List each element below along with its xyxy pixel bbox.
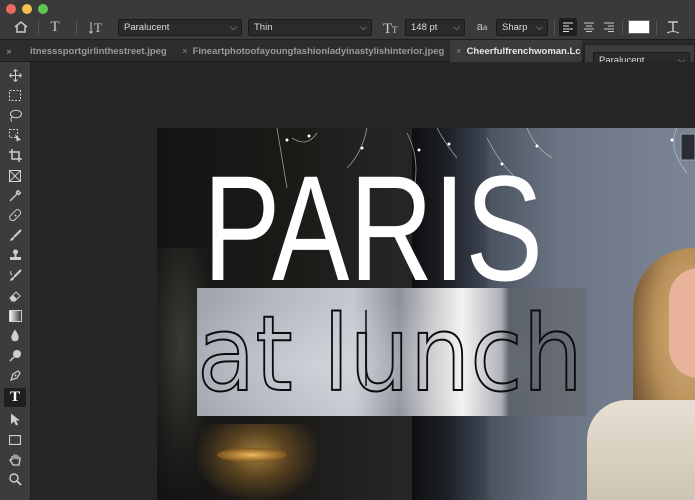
rectangle-tool-icon[interactable] (4, 430, 26, 449)
canvas-text-layer[interactable]: PARIS at lunch (157, 128, 695, 500)
subline-text[interactable]: at lunch (196, 292, 584, 416)
dodge-tool-icon[interactable] (4, 346, 26, 365)
double-chevron-icon[interactable]: » (2, 44, 16, 58)
antialias-select[interactable]: Sharp ⌵ (496, 19, 548, 36)
pen-tool-icon[interactable] (4, 366, 26, 385)
hand-tool-icon[interactable] (4, 450, 26, 469)
brush-tool-icon[interactable] (4, 226, 26, 245)
lasso-tool-icon[interactable] (4, 106, 26, 125)
tab-document-1[interactable]: itnesssportgirlinthestreet.jpeg (18, 40, 178, 62)
chevron-down-icon: ⌵ (230, 22, 237, 32)
tab-document-active[interactable]: × Cheerfulfrenchwoman.Lc (450, 40, 582, 62)
zoom-tool-icon[interactable] (4, 470, 26, 489)
object-selection-tool-icon[interactable] (4, 126, 26, 145)
svg-text:T: T (383, 21, 392, 35)
font-size-select[interactable]: 148 pt ⌵ (405, 19, 465, 36)
clone-stamp-tool-icon[interactable] (4, 246, 26, 265)
chevron-down-icon: ⌵ (536, 22, 543, 32)
chevron-down-icon: ⌵ (360, 22, 367, 32)
toggle-text-orientation-icon[interactable]: T (86, 17, 108, 37)
path-selection-tool-icon[interactable] (4, 410, 26, 429)
canvas-area[interactable]: PARIS at lunch (31, 62, 695, 500)
font-size-icon: TT (380, 17, 402, 37)
text-color-swatch[interactable] (628, 20, 650, 34)
marquee-tool-icon[interactable] (4, 86, 26, 105)
svg-text:T: T (94, 20, 102, 35)
frame-tool-icon[interactable] (4, 166, 26, 185)
headline-text[interactable]: PARIS (203, 144, 543, 312)
move-tool-icon[interactable] (4, 66, 26, 85)
close-icon[interactable]: × (182, 46, 188, 57)
align-left-button[interactable] (559, 18, 577, 36)
gradient-tool-icon[interactable] (4, 306, 26, 325)
healing-brush-tool-icon[interactable] (4, 206, 26, 225)
font-family-select[interactable]: Paralucent ⌵ (118, 19, 242, 36)
minimize-window-button[interactable] (22, 4, 32, 14)
align-left-icon (563, 22, 573, 32)
blur-tool-icon[interactable] (4, 326, 26, 345)
tools-panel: T (0, 62, 31, 500)
tab-document-2[interactable]: × Fineartphotoofayoungfashionladyinastyli… (178, 40, 450, 62)
svg-text:T: T (392, 25, 398, 35)
close-window-button[interactable] (6, 4, 16, 14)
align-center-button[interactable] (580, 18, 598, 36)
document-image[interactable]: PARIS at lunch (157, 128, 695, 500)
warp-text-icon[interactable] (662, 17, 684, 37)
eyedropper-tool-icon[interactable] (4, 186, 26, 205)
type-tool-preset-icon[interactable]: T (44, 17, 66, 37)
font-style-select[interactable]: Thin ⌵ (248, 19, 372, 36)
history-brush-tool-icon[interactable] (4, 266, 26, 285)
options-bar: T T Paralucent ⌵ Thin ⌵ TT 148 pt ⌵ aa Shar… (0, 0, 695, 40)
align-center-icon (584, 22, 594, 32)
zoom-window-button[interactable] (38, 4, 48, 14)
align-right-button[interactable] (600, 18, 618, 36)
antialias-icon: aa (476, 21, 488, 33)
close-icon[interactable]: × (456, 46, 462, 57)
home-icon[interactable] (10, 17, 32, 37)
type-tool-icon[interactable]: T (4, 388, 26, 407)
crop-tool-icon[interactable] (4, 146, 26, 165)
align-right-icon (604, 22, 614, 32)
chevron-down-icon: ⌵ (453, 22, 460, 32)
eraser-tool-icon[interactable] (4, 286, 26, 305)
